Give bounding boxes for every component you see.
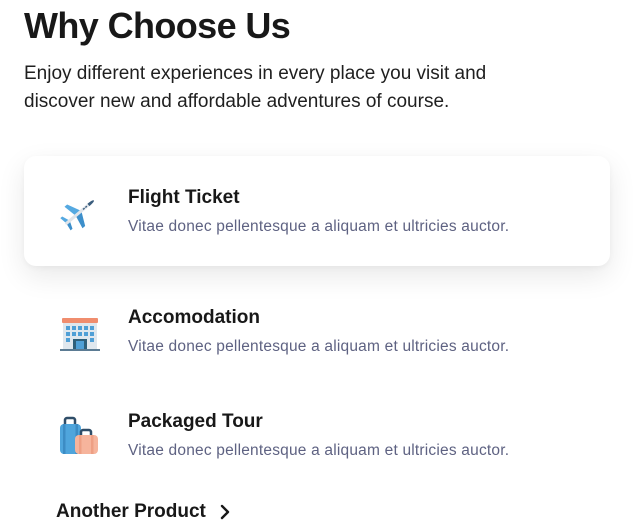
section-title: Why Choose Us bbox=[24, 5, 291, 46]
why-choose-us-section: Why Choose Us Enjoy different experience… bbox=[0, 0, 634, 526]
feature-card-accomodation[interactable]: Accomodation Vitae donec pellentesque a … bbox=[24, 276, 610, 386]
feature-title: Accomodation bbox=[128, 307, 260, 328]
another-product-link[interactable]: Another Product bbox=[56, 498, 232, 526]
feature-description: Vitae donec pellentesque a aliquam et ul… bbox=[128, 338, 510, 355]
feature-description: Vitae donec pellentesque a aliquam et ul… bbox=[128, 442, 510, 459]
airplane-icon bbox=[60, 200, 94, 231]
feature-title: Packaged Tour bbox=[128, 411, 263, 432]
feature-card-flight-ticket[interactable]: Flight Ticket Vitae donec pellentesque a… bbox=[24, 156, 610, 266]
feature-title: Flight Ticket bbox=[128, 187, 240, 208]
luggage-icon bbox=[60, 416, 98, 454]
feature-description: Vitae donec pellentesque a aliquam et ul… bbox=[128, 218, 510, 235]
section-subtitle: Enjoy different experiences in every pla… bbox=[24, 63, 487, 112]
hotel-building-icon bbox=[60, 318, 100, 351]
chevron-right-icon bbox=[220, 504, 230, 520]
feature-card-packaged-tour[interactable]: Packaged Tour Vitae donec pellentesque a… bbox=[24, 380, 610, 490]
another-product-label: Another Product bbox=[56, 501, 206, 522]
